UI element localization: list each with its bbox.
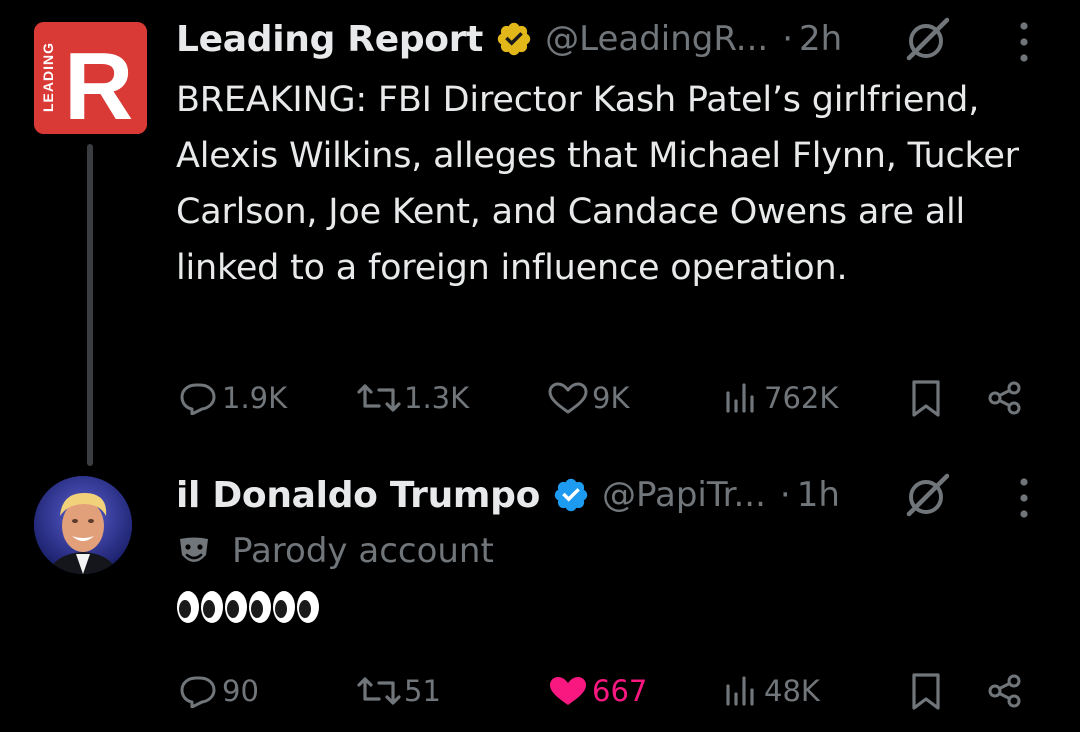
reply-count: 90	[222, 674, 259, 708]
share-button[interactable]	[985, 373, 1025, 423]
views-count: 762K	[764, 381, 839, 415]
parody-account-label: Parody account	[176, 526, 494, 576]
display-name[interactable]: Leading Report	[176, 19, 483, 60]
share-icon	[988, 674, 1021, 708]
repost-icon	[357, 384, 401, 412]
eye-emoji-icon	[176, 590, 200, 624]
tweet-text: BREAKING: FBI Director Kash Patel’s girl…	[176, 80, 1019, 288]
repost-button[interactable]: 51	[356, 666, 441, 716]
tweet-text-eyes-emoji	[176, 590, 320, 630]
timestamp[interactable]: 1h	[797, 475, 840, 515]
more-options-icon[interactable]	[1016, 473, 1032, 523]
theater-mask-icon	[176, 533, 212, 569]
repost-icon	[357, 677, 401, 705]
views-button[interactable]: 48K	[722, 666, 820, 716]
bookmark-button[interactable]	[908, 373, 944, 423]
tweet-action-bar: 90 51 667 48K	[0, 666, 1080, 716]
reply-button[interactable]: 90	[176, 666, 259, 716]
timestamp[interactable]: 2h	[799, 19, 842, 59]
repost-count: 1.3K	[404, 381, 470, 415]
grok-icon[interactable]	[903, 14, 953, 64]
like-button[interactable]: 9K	[546, 373, 629, 423]
eye-emoji-icon	[296, 590, 320, 624]
verified-blue-badge-icon[interactable]	[552, 476, 590, 514]
heart-outline-icon	[548, 382, 588, 414]
repost-button[interactable]: 1.3K	[356, 373, 469, 423]
like-button[interactable]: 667	[546, 666, 647, 716]
leading-report-logo-avatar[interactable]: LEADING R	[34, 22, 147, 134]
bookmark-icon	[912, 673, 940, 710]
reply-icon	[180, 676, 216, 708]
grok-icon[interactable]	[903, 470, 953, 520]
tweet-il-donaldo-trumpo[interactable]: il Donaldo Trumpo @PapiTr... · 1h Parody…	[0, 458, 1080, 732]
heart-filled-icon	[550, 677, 586, 705]
views-chart-icon	[726, 383, 754, 413]
views-button[interactable]: 762K	[722, 373, 838, 423]
share-button[interactable]	[985, 666, 1025, 716]
parody-label-text: Parody account	[232, 531, 494, 571]
tweet-header: Leading Report @LeadingR... · 2h	[176, 14, 842, 64]
eye-emoji-icon	[224, 590, 248, 624]
like-count: 9K	[592, 381, 630, 415]
tweet-action-bar: 1.9K 1.3K 9K 762K	[0, 373, 1080, 423]
eye-emoji-icon	[248, 590, 272, 624]
like-count: 667	[592, 674, 648, 708]
reply-button[interactable]: 1.9K	[176, 373, 287, 423]
reply-icon	[180, 383, 216, 415]
logo-word: LEADING	[40, 42, 56, 112]
eye-emoji-icon	[272, 590, 296, 624]
tweet-header: il Donaldo Trumpo @PapiTr... · 1h	[176, 470, 840, 520]
user-avatar[interactable]	[34, 476, 132, 574]
eye-emoji-icon	[200, 590, 224, 624]
bookmark-button[interactable]	[908, 666, 944, 716]
tweet-leading-report[interactable]: LEADING R Leading Report @LeadingR... · …	[0, 0, 1080, 466]
logo-letter: R	[64, 33, 133, 134]
share-icon	[988, 381, 1021, 415]
more-options-icon[interactable]	[1016, 17, 1032, 67]
reply-count: 1.9K	[222, 381, 288, 415]
views-chart-icon	[726, 676, 754, 706]
user-handle[interactable]: @PapiTr...	[602, 475, 766, 515]
views-count: 48K	[764, 674, 820, 708]
repost-count: 51	[404, 674, 441, 708]
bookmark-icon	[912, 380, 940, 417]
user-handle[interactable]: @LeadingR...	[545, 19, 768, 59]
display-name[interactable]: il Donaldo Trumpo	[176, 475, 540, 516]
separator-dot: ·	[779, 475, 791, 515]
verified-gold-badge-icon[interactable]	[495, 20, 533, 58]
separator-dot: ·	[782, 19, 793, 59]
